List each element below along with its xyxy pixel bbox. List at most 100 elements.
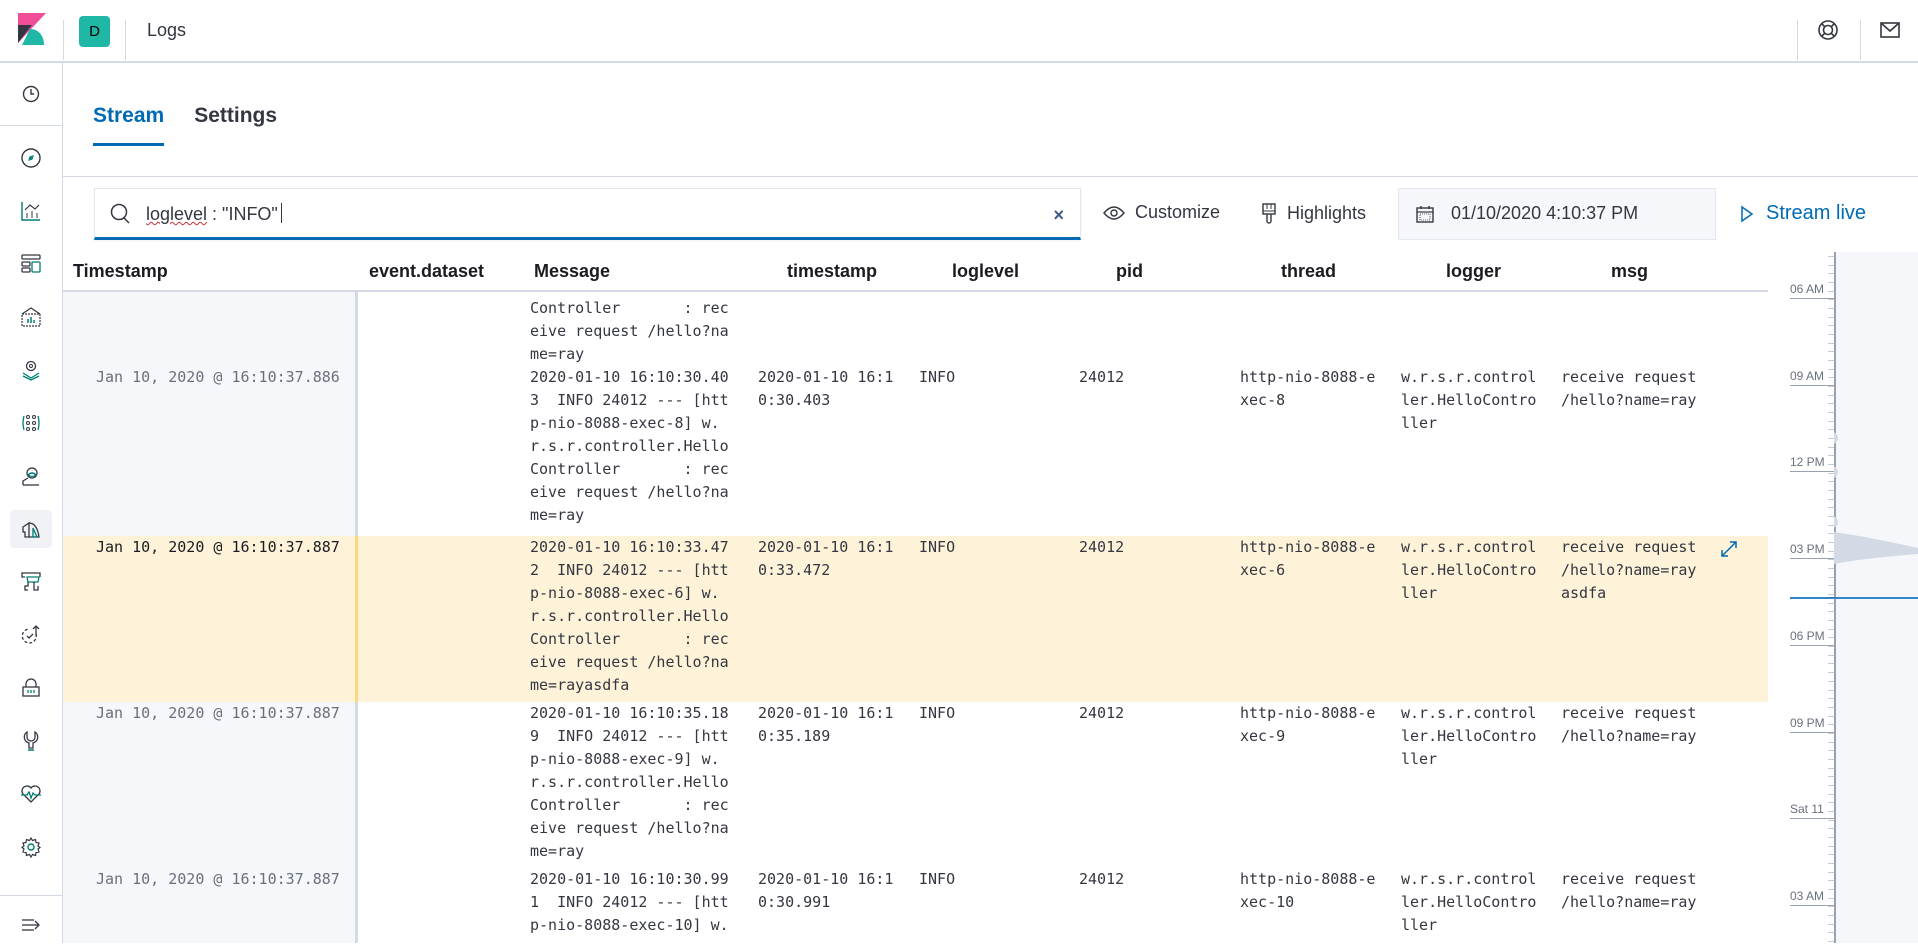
log-row[interactable]: Controller : rec eive request /hello?na … [63,292,1768,363]
minimap-tick [1828,516,1834,518]
minimap-tick [1828,507,1834,509]
query-text[interactable]: loglevel : "INFO" [146,203,282,225]
logger-cell: w.r.s.r.control ler.HelloContro ller [1401,870,1537,934]
expand-icon[interactable] [1718,538,1740,560]
minimap-label: Sat 11 [1790,802,1824,817]
nav-machine-learning[interactable] [10,404,52,442]
tab-stream[interactable]: Stream [93,104,165,146]
minimap-tick [1828,334,1834,336]
timestamp-field-cell: 2020-01-10 16:1 0:33.472 [758,538,894,579]
minimap-current-position[interactable] [1790,597,1918,599]
timestamp-cell: Jan 10, 2020 @ 16:10:37.887 [96,704,340,722]
minimap-tick [1828,386,1834,388]
nav-divider [0,895,63,896]
help-icon[interactable] [1816,18,1840,42]
nav-stack-monitoring[interactable] [10,775,52,813]
nav-discover[interactable] [10,139,52,177]
minimap-label: 06 AM [1790,282,1825,296]
clear-search-button[interactable]: × [1053,205,1064,226]
log-row[interactable]: Jan 10, 2020 @ 16:10:37.886 2020-01-10 1… [63,366,1768,528]
nav-dashboard[interactable] [10,245,52,283]
nav-recently-viewed[interactable] [10,75,52,113]
nav-maps[interactable] [10,351,52,389]
column-header-timestamp: Timestamp [73,261,168,281]
minimap-tick [1828,724,1834,726]
minimap-label: 09 AM [1790,368,1825,383]
minimap-tick [1828,325,1834,327]
customize-label: Customize [1135,202,1221,222]
nav-apm[interactable] [10,563,52,601]
minimap-tick [1828,585,1834,587]
header-divider [1797,20,1798,60]
canvas-icon [21,307,41,327]
heartbeat-icon [21,785,41,803]
tabs-divider [63,176,1918,177]
text-cursor [280,203,282,223]
mail-icon[interactable] [1878,18,1902,42]
nav-canvas[interactable] [10,298,52,336]
log-row-highlighted[interactable]: Jan 10, 2020 @ 16:10:37.887 2020-01-10 1… [63,536,1768,702]
timestamp-field-cell: 2020-01-10 16:1 0:35.189 [758,704,894,745]
nav-siem[interactable] [10,669,52,707]
minimap-tick [1828,698,1834,700]
nav-logs[interactable] [10,510,52,548]
highlights-button[interactable]: Highlights [1261,202,1366,224]
minimap-tick [1828,680,1834,682]
minimap-tick [1828,880,1834,882]
minimap-tick [1828,706,1834,708]
nav-management[interactable] [10,828,52,866]
minimap-tick [1828,403,1834,405]
minimap-tick [1828,767,1834,769]
nav-visualize[interactable] [10,192,52,230]
minimap-tick [1828,299,1834,301]
log-stream[interactable]: Controller : rec eive request /hello?na … [63,292,1768,943]
minimap-tick [1828,282,1834,283]
minimap-tick [1828,654,1834,656]
query-search-input[interactable]: loglevel : "INFO" × [94,188,1081,240]
date-picker[interactable]: 01/10/2020 4:10:37 PM [1398,188,1716,240]
minimap-label-line [1790,818,1834,820]
pid-cell: 24012 [1079,538,1125,556]
minimap-tick [1828,689,1834,691]
tab-settings[interactable]: Settings [194,104,277,146]
wrench-icon [23,730,39,751]
top-header: D Logs [0,0,1918,63]
nav-dock-toggle[interactable] [10,906,52,944]
thread-cell: http-nio-8088-e xec-8 [1240,368,1376,409]
minimap-label-line [1790,904,1834,906]
loglevel-cell: INFO [919,704,956,722]
minimap-tick [1828,498,1834,500]
minimap-tick [1828,819,1834,821]
logger-cell: w.r.s.r.control ler.HelloContro ller [1401,538,1537,602]
minimap-label: 09 PM [1790,715,1825,730]
minimap-tick [1828,351,1834,353]
thread-cell: http-nio-8088-e xec-9 [1240,704,1376,745]
stream-live-label: Stream live [1766,202,1867,224]
minimap-tick [1828,264,1834,266]
compass-icon [21,148,41,168]
nav-uptime[interactable] [10,616,52,654]
nav-dev-tools[interactable] [10,722,52,760]
minimap-tick [1828,490,1834,492]
msg-cell: receive request /hello?name=ray [1561,704,1697,745]
space-avatar[interactable]: D [79,16,110,47]
log-minimap[interactable]: 06 AM 09 AM 12 PM 03 PM 06 PM 09 PM Sat 11 03 A… [1768,252,1918,943]
message-cell: 2020-01-10 16:10:33.47 2 INFO 24012 --- … [530,538,729,694]
log-row[interactable]: Jan 10, 2020 @ 16:10:37.887 2020-01-10 1… [63,868,1768,943]
minimap-tick [1828,923,1834,925]
minimap-tick [1828,594,1834,596]
customize-button[interactable]: Customize [1103,202,1220,223]
stream-live-button[interactable]: Stream live [1740,202,1866,225]
search-icon [110,203,130,224]
calendar-icon [1416,206,1434,223]
minimap-tick [1828,784,1834,786]
nav-infrastructure[interactable] [10,457,52,495]
message-cell: Controller : rec eive request /hello?na … [530,299,729,363]
kibana-logo-icon[interactable] [18,13,46,45]
minimap-tick [1828,256,1834,257]
minimap-tick [1828,940,1834,942]
minimap-tick [1828,377,1834,379]
log-row[interactable]: Jan 10, 2020 @ 16:10:37.887 2020-01-10 1… [63,702,1768,868]
minimap-tick [1828,741,1834,743]
minimap-label-line [1790,558,1834,560]
